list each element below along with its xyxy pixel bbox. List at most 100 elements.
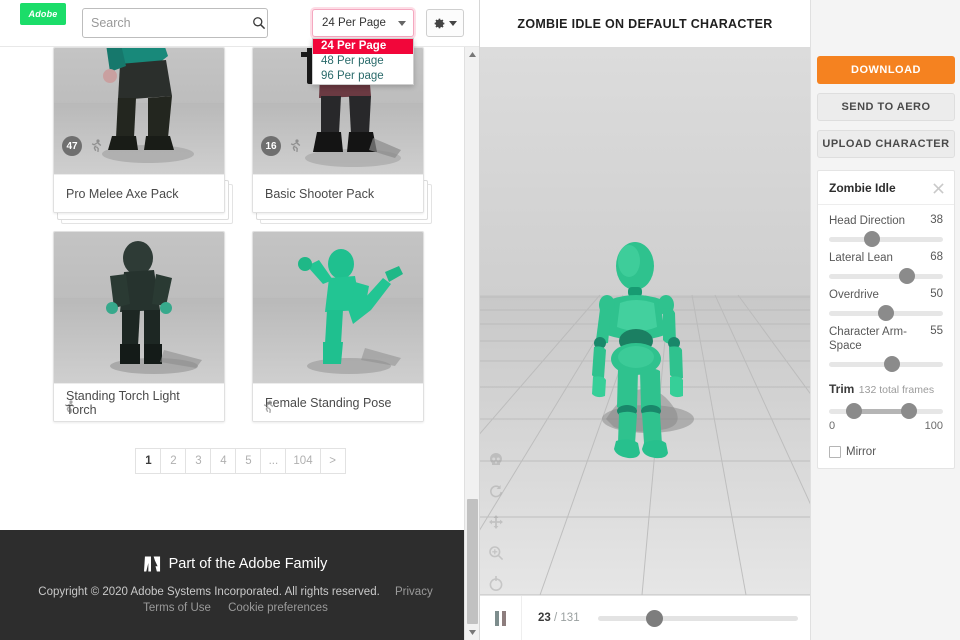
adobe-a-logo xyxy=(144,556,161,572)
animation-settings-header: Zombie Idle xyxy=(818,171,954,205)
terms-link[interactable]: Terms of Use xyxy=(143,602,211,614)
per-page-select[interactable]: 24 Per Page 24 Per Page 48 Per page 96 P… xyxy=(312,9,414,37)
skull-icon[interactable] xyxy=(488,452,504,468)
3d-viewport[interactable] xyxy=(480,47,810,595)
page-ellipsis: ... xyxy=(260,448,286,474)
card-title: Female Standing Pose xyxy=(253,383,423,421)
preview-column: ZOMBIE IDLE ON DEFAULT CHARACTER xyxy=(480,0,810,640)
animation-card[interactable]: Standing Torch Light Torch xyxy=(53,231,225,422)
slider-label: Overdrive xyxy=(829,288,879,302)
card-meta xyxy=(261,399,276,415)
scroll-up-arrow[interactable] xyxy=(465,47,480,62)
scrubber-handle[interactable] xyxy=(646,610,663,627)
per-page-select-trigger[interactable]: 24 Per Page xyxy=(312,9,414,37)
scroll-down-arrow[interactable] xyxy=(465,625,480,640)
trim-scale: 0 100 xyxy=(818,414,954,432)
frame-counter: 23 / 131 xyxy=(538,612,580,624)
page-button-3[interactable]: 3 xyxy=(185,448,211,474)
slider-handle[interactable] xyxy=(878,305,894,321)
mirror-label: Mirror xyxy=(846,446,876,458)
results-row: Standing Torch Light Torch xyxy=(0,231,480,422)
slider-handle[interactable] xyxy=(884,356,900,372)
card-title: Basic Shooter Pack xyxy=(253,174,423,212)
item-count-badge: 16 xyxy=(261,136,281,156)
download-button[interactable]: DOWNLOAD xyxy=(817,56,955,84)
card-thumbnail[interactable] xyxy=(253,232,423,383)
timeline-scrubber[interactable] xyxy=(598,616,798,621)
animation-name: Zombie Idle xyxy=(829,181,896,195)
card-thumbnail[interactable] xyxy=(54,232,224,383)
character-preview xyxy=(279,240,409,383)
close-icon[interactable] xyxy=(933,183,944,194)
trim-track[interactable] xyxy=(829,409,943,414)
adobe-family-row: Part of the Adobe Family xyxy=(144,556,328,572)
mirror-option[interactable]: Mirror xyxy=(818,432,954,458)
adobe-family-text: Part of the Adobe Family xyxy=(169,556,328,572)
page-button-2[interactable]: 2 xyxy=(160,448,186,474)
footer-links: Terms of Use Cookie preferences xyxy=(136,602,335,614)
preview-title: ZOMBIE IDLE ON DEFAULT CHARACTER xyxy=(480,0,810,47)
page-button-4[interactable]: 4 xyxy=(210,448,236,474)
adobe-logo[interactable]: Adobe xyxy=(20,3,66,25)
move-icon[interactable] xyxy=(488,514,504,530)
adobe-logo-text: Adobe xyxy=(29,9,58,19)
pause-button[interactable] xyxy=(480,596,522,640)
card-title: Standing Torch Light Torch xyxy=(54,383,224,421)
page-button-5[interactable]: 5 xyxy=(235,448,261,474)
slider-track[interactable] xyxy=(829,274,943,279)
browse-scrollbar[interactable] xyxy=(464,47,479,640)
animation-settings-panel: Zombie Idle Head Direction 38 Lateral Le… xyxy=(817,170,955,469)
viewport-tools[interactable] xyxy=(488,452,504,595)
card-deck: Standing Torch Light Torch xyxy=(53,231,225,422)
search-input[interactable] xyxy=(91,16,252,30)
animation-pack-card[interactable]: 47 Pro Melee Axe Pack xyxy=(53,47,225,213)
per-page-option-48[interactable]: 48 Per page xyxy=(313,54,413,69)
trim-total-frames: 132 total frames xyxy=(859,384,934,396)
zoom-icon[interactable] xyxy=(488,545,504,561)
viewport-grid xyxy=(480,47,810,595)
slider-head-direction: Head Direction 38 xyxy=(818,205,954,242)
slider-handle[interactable] xyxy=(899,268,915,284)
slider-label: Character Arm-Space xyxy=(829,325,917,353)
upload-character-button[interactable]: UPLOAD CHARACTER xyxy=(817,130,955,158)
pagination: 1 2 3 4 5 ... 104 > xyxy=(0,448,480,474)
per-page-option-24[interactable]: 24 Per Page xyxy=(313,39,413,54)
page-next-button[interactable]: > xyxy=(320,448,346,474)
card-meta: 16 xyxy=(261,136,303,156)
cookie-preferences-link[interactable]: Cookie preferences xyxy=(228,602,328,614)
page-button-104[interactable]: 104 xyxy=(285,448,320,474)
trim-end-handle[interactable] xyxy=(901,403,917,419)
animation-card[interactable]: Female Standing Pose xyxy=(252,231,424,422)
mirror-checkbox[interactable] xyxy=(829,446,841,458)
running-figure-icon xyxy=(62,399,77,415)
frame-separator: / xyxy=(554,612,557,624)
per-page-option-96[interactable]: 96 Per page xyxy=(313,69,413,84)
item-count-badge: 47 xyxy=(62,136,82,156)
settings-button[interactable] xyxy=(426,9,464,37)
card-meta: 47 xyxy=(62,136,104,156)
scrollbar-thumb[interactable] xyxy=(467,499,478,624)
per-page-options-menu[interactable]: 24 Per Page 48 Per page 96 Per page xyxy=(312,38,414,85)
trim-max-label: 100 xyxy=(925,420,943,432)
privacy-link[interactable]: Privacy xyxy=(395,586,433,598)
slider-character-arm-space: Character Arm-Space 55 xyxy=(818,316,954,367)
browse-panel: Adobe 24 Per Page 24 Per Page 48 Per pag… xyxy=(0,0,480,640)
card-meta xyxy=(62,399,77,415)
search-box[interactable] xyxy=(82,8,268,38)
character-preview xyxy=(86,238,206,383)
search-icon[interactable] xyxy=(252,16,266,30)
chevron-down-icon xyxy=(449,21,457,26)
orbit-icon[interactable] xyxy=(488,576,504,592)
slider-track[interactable] xyxy=(829,311,943,316)
slider-track[interactable] xyxy=(829,362,943,367)
send-to-aero-button[interactable]: SEND TO AERO xyxy=(817,93,955,121)
trim-start-handle[interactable] xyxy=(846,403,862,419)
chevron-down-icon xyxy=(398,21,406,26)
running-figure-icon xyxy=(288,138,303,154)
trim-label: Trim xyxy=(829,382,854,396)
playback-bar: 23 / 131 xyxy=(480,595,810,640)
slider-track[interactable] xyxy=(829,237,943,242)
rotate-icon[interactable] xyxy=(488,483,504,499)
action-panel: DOWNLOAD SEND TO AERO UPLOAD CHARACTER Z… xyxy=(810,0,960,640)
page-button-1[interactable]: 1 xyxy=(135,448,161,474)
